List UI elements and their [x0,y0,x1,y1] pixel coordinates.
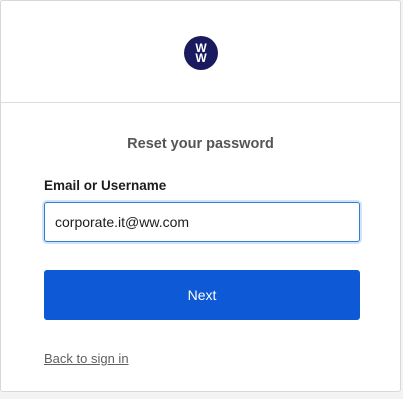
logo-letter-bottom: W [195,50,206,65]
card-header: W W [1,1,400,103]
ww-logo: W W [183,35,218,70]
email-or-username-input[interactable] [44,202,360,242]
reset-password-card: W W Reset your password Email or Usernam… [0,0,401,392]
email-field-label: Email or Username [44,178,167,193]
next-button[interactable]: Next [44,270,360,320]
page-title: Reset your password [127,136,274,152]
back-to-sign-in-link[interactable]: Back to sign in [44,351,129,366]
